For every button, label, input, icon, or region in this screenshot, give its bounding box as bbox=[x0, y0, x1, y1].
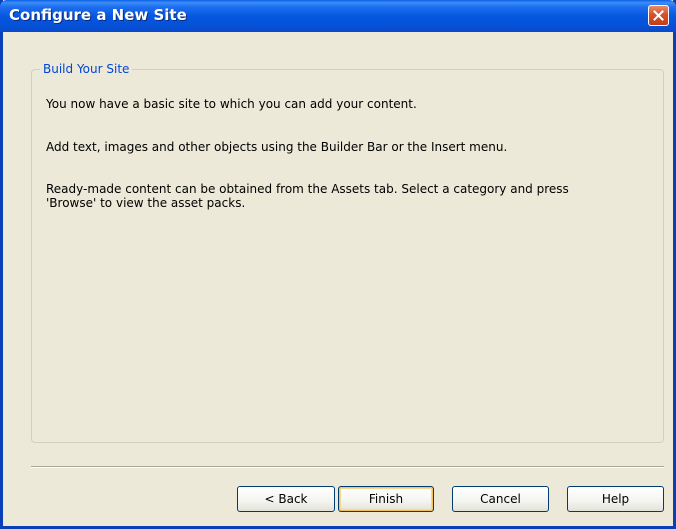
assets-paragraph-line2: 'Browse' to view the asset packs. bbox=[46, 196, 246, 210]
button-separator bbox=[31, 466, 664, 468]
back-button[interactable]: < Back bbox=[237, 486, 335, 512]
close-icon bbox=[653, 10, 664, 21]
intro-paragraph: You now have a basic site to which you c… bbox=[46, 97, 417, 111]
window-title: Configure a New Site bbox=[9, 6, 187, 24]
finish-button[interactable]: Finish bbox=[338, 486, 434, 512]
builder-bar-paragraph: Add text, images and other objects using… bbox=[46, 140, 508, 154]
build-your-site-groupbox bbox=[31, 69, 664, 443]
groupbox-legend: Build Your Site bbox=[40, 62, 133, 76]
title-bar[interactable]: Configure a New Site bbox=[0, 0, 676, 32]
cancel-button[interactable]: Cancel bbox=[452, 486, 549, 512]
help-button[interactable]: Help bbox=[567, 486, 664, 512]
assets-paragraph-line1: Ready-made content can be obtained from … bbox=[46, 182, 569, 196]
close-button[interactable] bbox=[648, 5, 669, 26]
